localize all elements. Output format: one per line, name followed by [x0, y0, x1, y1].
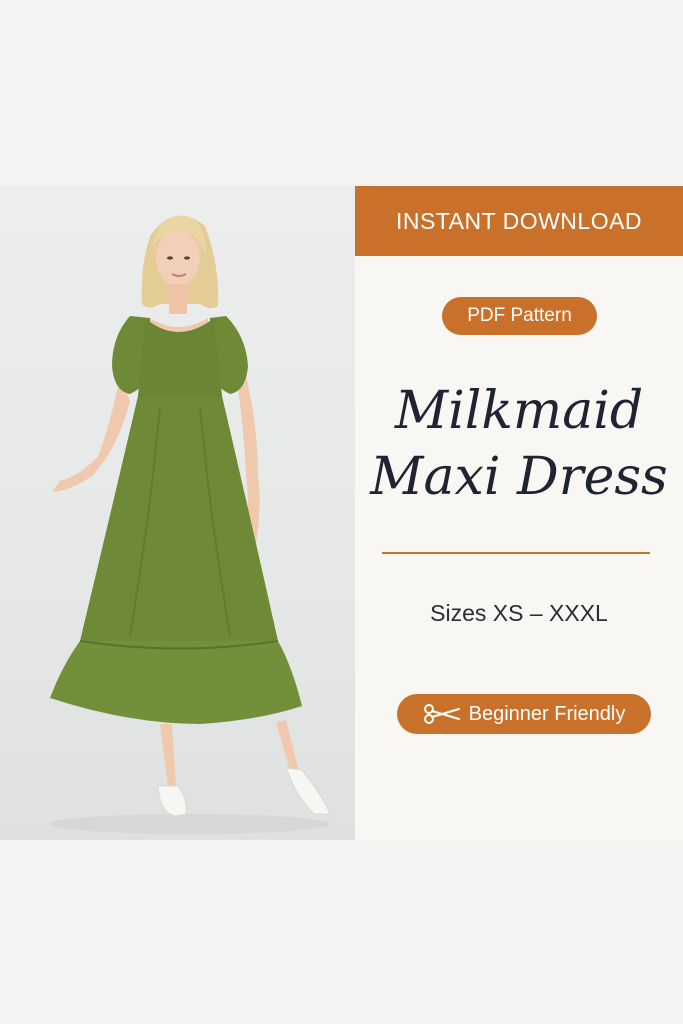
model-illustration: [50, 215, 331, 834]
title-line-2: Maxi Dress: [370, 447, 668, 507]
product-info-panel: INSTANT DOWNLOAD PDF Pattern Milkmaid Ma…: [355, 186, 683, 840]
pdf-pattern-badge: PDF Pattern: [442, 297, 597, 335]
product-title: Milkmaid Maxi Dress: [355, 378, 683, 510]
divider: [382, 552, 650, 554]
size-range: Sizes XS – XXXL: [430, 600, 608, 626]
beginner-friendly-badge: Beginner Friendly: [397, 694, 651, 734]
title-line-1: Milkmaid: [394, 381, 644, 441]
scissors-icon: [423, 704, 461, 724]
product-photo: [0, 186, 355, 840]
product-card: INSTANT DOWNLOAD PDF Pattern Milkmaid Ma…: [0, 186, 683, 840]
instant-download-banner: INSTANT DOWNLOAD: [355, 186, 683, 256]
beginner-friendly-label: Beginner Friendly: [468, 702, 626, 725]
